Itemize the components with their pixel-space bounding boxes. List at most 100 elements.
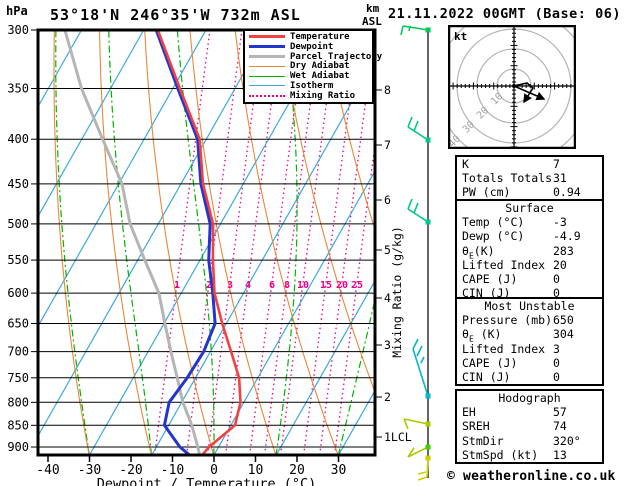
- row-label: StmDir: [462, 434, 504, 448]
- legend-item-dewpoint: Dewpoint: [249, 42, 372, 52]
- svg-text:10: 10: [297, 280, 309, 291]
- legend-swatch: [249, 35, 285, 38]
- legend-swatch: [249, 66, 285, 67]
- table-row: Pressure (mb)650: [457, 313, 602, 327]
- table-surface: SurfaceTemp (°C)-3Dewp (°C)-4.9θE(K)283L…: [455, 199, 604, 302]
- table-row: θE(K) 283: [457, 244, 602, 258]
- svg-text:1: 1: [174, 280, 180, 291]
- svg-text:8: 8: [284, 280, 290, 291]
- row-label: Lifted Index: [462, 258, 545, 272]
- row-label: EH: [462, 405, 476, 419]
- table-row: Temp (°C) -3: [457, 215, 602, 229]
- row-value: 3: [553, 342, 597, 356]
- legend-swatch: [249, 85, 285, 86]
- svg-text:900: 900: [7, 440, 29, 454]
- svg-text:30: 30: [331, 463, 347, 478]
- row-label: Pressure (mb): [462, 313, 552, 327]
- legend-item-isotherm: Isotherm: [249, 81, 372, 91]
- legend-swatch: [249, 45, 285, 48]
- svg-text:6: 6: [384, 193, 391, 207]
- hodograph-ring-label: 10: [489, 91, 505, 107]
- row-label: StmSpd (kt): [462, 448, 538, 462]
- svg-text:4: 4: [245, 280, 251, 291]
- row-label: K: [462, 157, 469, 171]
- wind-level-dot: [426, 422, 431, 427]
- row-value: -3: [553, 215, 597, 229]
- row-label: Dewp (°C): [462, 229, 524, 243]
- legend-item-wet-adiabat: Wet Adiabat: [249, 71, 372, 81]
- row-label: θE(K): [462, 244, 495, 258]
- row-value: 0: [553, 356, 597, 370]
- svg-text:750: 750: [7, 371, 29, 385]
- row-value: 650: [553, 313, 597, 327]
- svg-text:3: 3: [227, 280, 233, 291]
- svg-text:6: 6: [269, 280, 275, 291]
- legend-box: TemperatureDewpointParcel TrajectoryDry …: [243, 29, 374, 104]
- svg-text:450: 450: [7, 177, 29, 191]
- table-row: Totals Totals31: [457, 171, 602, 185]
- legend-label: Mixing Ratio: [290, 91, 355, 101]
- row-label: Temp (°C): [462, 215, 524, 229]
- legend-label: Parcel Trajectory: [290, 52, 382, 62]
- wind-level-dot: [426, 220, 431, 225]
- legend-label: Dewpoint: [290, 42, 333, 52]
- table-row: θE (K)304: [457, 327, 602, 341]
- row-label: Lifted Index: [462, 342, 545, 356]
- row-value: 20: [553, 258, 597, 272]
- svg-text:7: 7: [384, 138, 391, 152]
- svg-text:20: 20: [336, 280, 348, 291]
- table-header: Surface: [457, 201, 602, 215]
- svg-text:-40: -40: [36, 463, 59, 478]
- svg-text:Dewpoint / Temperature (°C): Dewpoint / Temperature (°C): [97, 476, 316, 486]
- svg-text:25: 25: [351, 280, 363, 291]
- row-value: 57: [553, 405, 597, 419]
- table-row: CIN (J)0: [457, 370, 602, 384]
- skewt-sounding-page: hPa 53°18'N 246°35'W 732m ASL km ASL 21.…: [0, 0, 629, 486]
- hodograph-plot: 10203040kt: [448, 25, 576, 149]
- svg-text:650: 650: [7, 317, 29, 331]
- row-value: 7: [553, 157, 597, 171]
- svg-text:2: 2: [384, 390, 391, 404]
- legend-label: Isotherm: [290, 81, 333, 91]
- dewpoint-curve: [156, 30, 215, 457]
- row-label: CAPE (J): [462, 356, 517, 370]
- row-value: 31: [553, 171, 597, 185]
- svg-text:500: 500: [7, 217, 29, 231]
- table-row: EH 57: [457, 405, 602, 419]
- wind-level-dot: [426, 138, 431, 143]
- row-value: 320°: [553, 434, 597, 448]
- table-row: SREH 74: [457, 419, 602, 433]
- table-row: Dewp (°C)-4.9: [457, 229, 602, 243]
- svg-text:1LCL: 1LCL: [384, 430, 412, 444]
- wind-level-dot: [426, 28, 431, 33]
- row-value: 74: [553, 419, 597, 433]
- temperature-axis: -40-30-20-100102030Dewpoint / Temperatur…: [36, 456, 346, 486]
- row-label: Totals Totals: [462, 171, 552, 185]
- table-row: K7: [457, 157, 602, 171]
- legend-item-parcel-trajectory: Parcel Trajectory: [249, 52, 372, 62]
- svg-text:350: 350: [7, 82, 29, 96]
- row-value: 13: [553, 448, 597, 462]
- svg-text:15: 15: [320, 280, 332, 291]
- legend-item-temperature: Temperature: [249, 32, 372, 42]
- table-indices: K7Totals Totals31PW (cm)0.94: [455, 155, 604, 202]
- pressure-gridlines: [38, 89, 375, 448]
- row-label: SREH: [462, 419, 490, 433]
- legend-label: Wet Adiabat: [290, 71, 350, 81]
- svg-text:550: 550: [7, 253, 29, 267]
- table-row: Lifted Index 3: [457, 342, 602, 356]
- copyright-footer: © weatheronline.co.uk: [447, 469, 616, 484]
- svg-text:800: 800: [7, 395, 29, 409]
- hodograph-ring-label: 30: [461, 119, 477, 135]
- legend-swatch: [249, 55, 285, 58]
- legend-item-dry-adiabat: Dry Adiabat: [249, 61, 372, 71]
- legend-swatch: [249, 76, 285, 77]
- row-label: PW (cm): [462, 185, 510, 199]
- row-value: 283: [553, 244, 597, 258]
- table-header: Most Unstable: [457, 299, 602, 313]
- mixing-ratio-labels: 12346810152025: [174, 280, 363, 291]
- table-row: Lifted Index 20: [457, 258, 602, 272]
- wind-barb-column: [401, 26, 431, 480]
- table-row: PW (cm)0.94: [457, 185, 602, 199]
- wind-level-dot: [426, 394, 431, 399]
